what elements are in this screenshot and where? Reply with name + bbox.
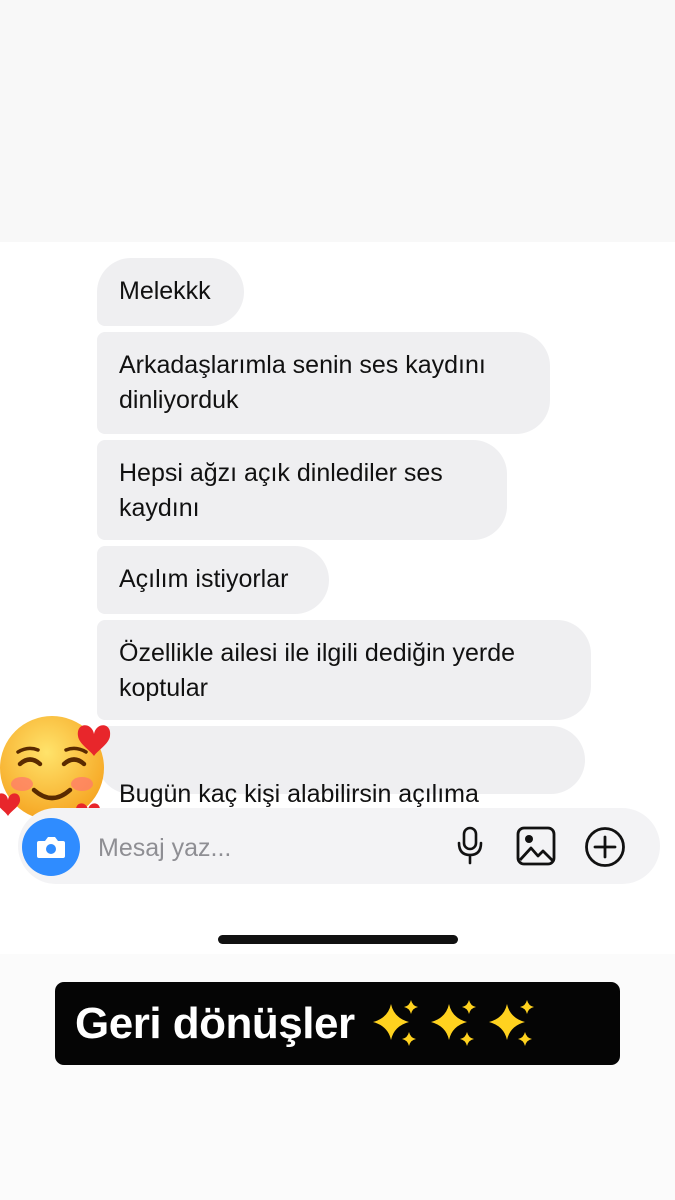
message-bubble-5: Özellikle ailesi ile ilgili dediğin yerd… [97,620,591,720]
message-text: Arkadaşlarımla senin ses kaydını dinliyo… [119,351,486,414]
sparkles-emoji [430,999,476,1046]
sparkles-emoji [372,999,418,1046]
message-bubble-6: Bugün kaç kişi alabilirsin açılıma [97,726,585,843]
message-text: Özellikle ailesi ile ilgili dediğin yerd… [119,639,516,702]
camera-icon [37,837,65,858]
story-caption: Geri dönüşler [55,982,620,1065]
message-composer [18,808,660,884]
sparkles-group [369,998,537,1050]
message-text: Bugün kaç kişi alabilirsin açılıma [119,780,479,808]
gallery-icon[interactable] [516,826,556,866]
message-bubble-2: Arkadaşlarımla senin ses kaydını dinliyo… [97,332,550,434]
microphone-icon[interactable] [455,826,485,866]
message-bubble-4: Açılım istiyorlar [97,546,329,614]
message-text: Melekkk [119,277,211,305]
message-bubble-3: Hepsi ağzı açık dinlediler ses kaydını [97,440,507,540]
home-indicator [218,935,458,944]
sparkles-emoji [488,999,534,1046]
camera-button[interactable] [22,818,80,876]
plus-circle-icon[interactable] [584,826,626,868]
message-input[interactable] [96,830,430,866]
caption-text: Geri dönüşler [75,998,355,1048]
top-blank-area [0,0,675,242]
message-bubble-1: Melekkk [97,258,244,326]
message-text: Açılım istiyorlar [119,565,289,593]
message-text: Hepsi ağzı açık dinlediler ses kaydını [119,459,443,522]
